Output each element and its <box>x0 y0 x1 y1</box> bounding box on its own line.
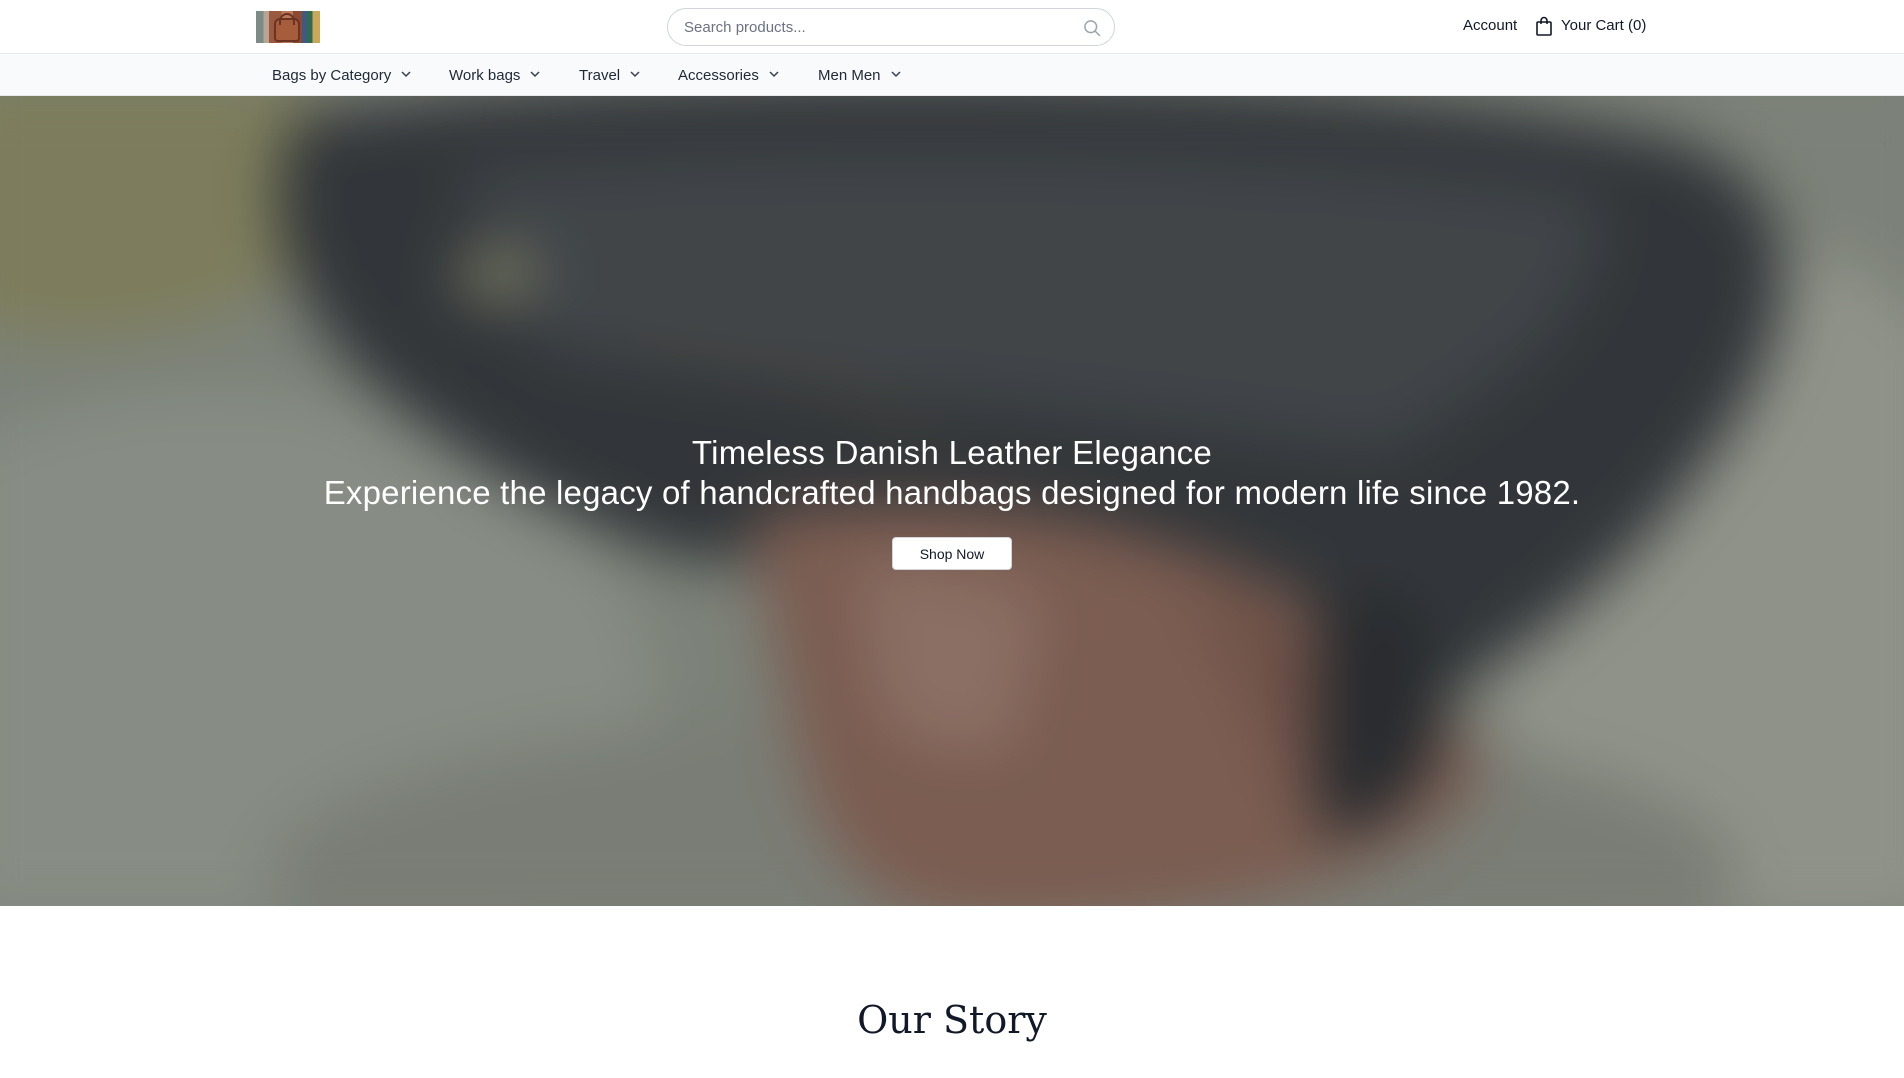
search-input[interactable] <box>684 9 1074 45</box>
category-nav: Bags by Category Work bags Travel Access… <box>0 55 1904 96</box>
nav-item-label: Work bags <box>449 67 521 84</box>
shopping-bag-icon <box>1536 16 1552 36</box>
account-link[interactable]: Account <box>1463 17 1517 34</box>
site-header: Account Your Cart (0) <box>0 0 1904 54</box>
chevron-down-icon <box>530 71 540 78</box>
nav-item-bags-by-category[interactable]: Bags by Category <box>272 67 412 85</box>
nav-item-work-bags[interactable]: Work bags <box>449 67 541 85</box>
chevron-down-icon <box>401 71 411 78</box>
story-heading: Our Story <box>857 998 1047 1042</box>
nav-item-label: Accessories <box>678 67 759 84</box>
nav-item-label: Travel <box>579 67 621 84</box>
nav-item-accessories[interactable]: Accessories <box>678 67 780 85</box>
search-icon[interactable] <box>1082 18 1102 38</box>
nav-item-travel[interactable]: Travel <box>579 67 641 85</box>
shop-now-button[interactable]: Shop Now <box>892 537 1012 570</box>
search-bar[interactable] <box>667 8 1115 46</box>
nav-item-men[interactable]: Men Men <box>818 67 902 85</box>
nav-item-label: Men Men <box>818 67 881 84</box>
nav-item-label: Bags by Category <box>272 67 392 84</box>
logo-image[interactable] <box>256 11 320 43</box>
chevron-down-icon <box>769 71 779 78</box>
chevron-down-icon <box>891 71 901 78</box>
hero-title: Timeless Danish Leather Elegance <box>691 434 1213 471</box>
chevron-down-icon <box>630 71 640 78</box>
hero-subtitle: Experience the legacy of handcrafted han… <box>323 474 1581 511</box>
hero-banner: Timeless Danish Leather Elegance Experie… <box>0 96 1904 906</box>
cart-label: Your Cart (0) <box>1561 17 1647 34</box>
